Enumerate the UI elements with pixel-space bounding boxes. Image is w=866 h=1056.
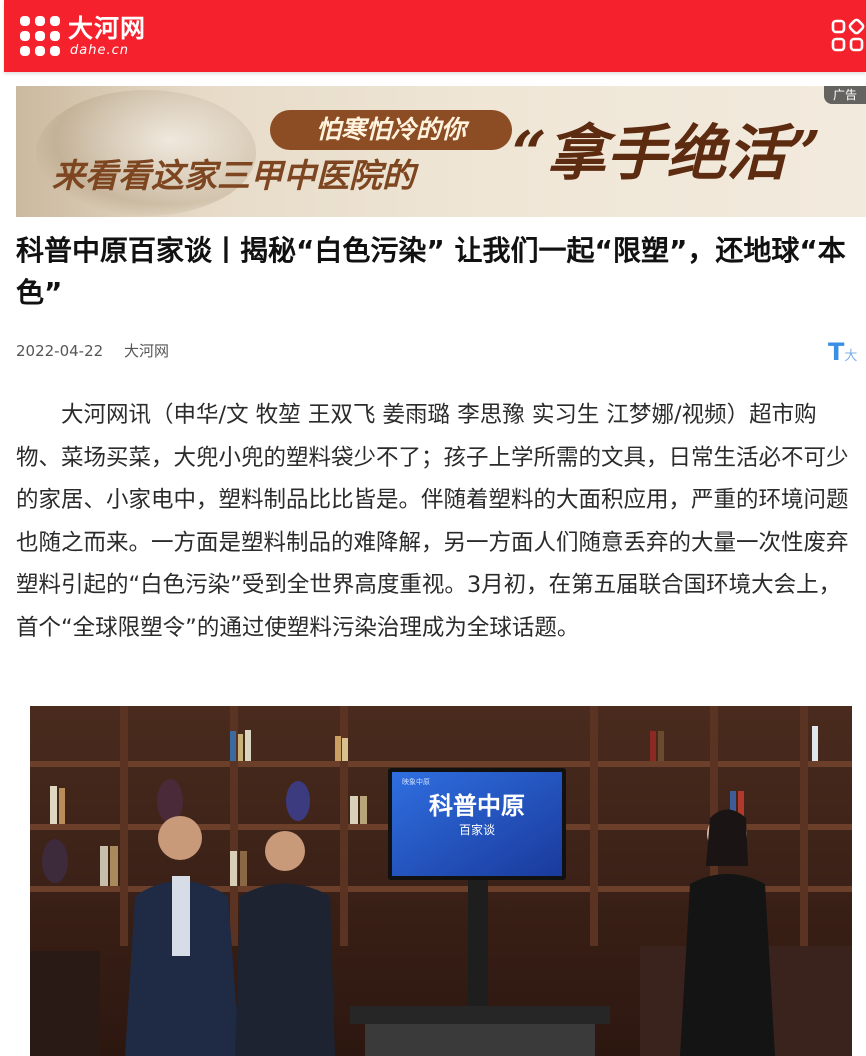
article-title: 科普中原百家谈丨揭秘“白色污染” 让我们一起“限塑”，还地球“本色” (16, 234, 846, 309)
ad-tagline: 怕寒怕冷的你 (270, 110, 512, 150)
site-logo[interactable]: 大河网 dahe.cn (18, 8, 158, 60)
article-paragraph: 大河网讯（申华/文 牧堃 王双飞 姜雨璐 李思豫 实习生 江梦娜/视频）超市购物… (16, 402, 849, 641)
grid-menu-icon[interactable] (830, 18, 866, 54)
ad-headline: “拿手绝活” (512, 119, 822, 189)
studio-scene-image: 科普中原 百家谈 映象中原 (30, 706, 852, 1056)
screen-title: 科普中原 (429, 792, 525, 820)
logo-subtitle: dahe.cn (70, 43, 129, 58)
font-size-label: 大 (844, 349, 858, 364)
screen-subtitle: 百家谈 (459, 822, 495, 837)
article-meta: 2022-04-22 大河网 (16, 340, 169, 361)
ad-hand-image (36, 90, 256, 216)
article-source: 大河网 (123, 342, 169, 360)
screen-logo: 映象中原 (402, 777, 430, 786)
logo-text: 大河网 (68, 14, 147, 43)
article-photo: 科普中原 百家谈 映象中原 (30, 706, 852, 1056)
font-size-toggle[interactable]: T大 (828, 339, 857, 365)
article-date: 2022-04-22 (16, 342, 104, 360)
font-size-icon: T (828, 338, 845, 366)
ad-banner[interactable]: 怕寒怕冷的你 来看看这家三甲中医院的 “拿手绝活” 广告 (16, 86, 866, 217)
ad-line2: 来看看这家三甲中医院的 (52, 156, 415, 195)
ad-label: 广告 (824, 86, 866, 104)
logo-dots-icon (20, 16, 60, 56)
top-header: 大河网 dahe.cn (4, 0, 866, 72)
